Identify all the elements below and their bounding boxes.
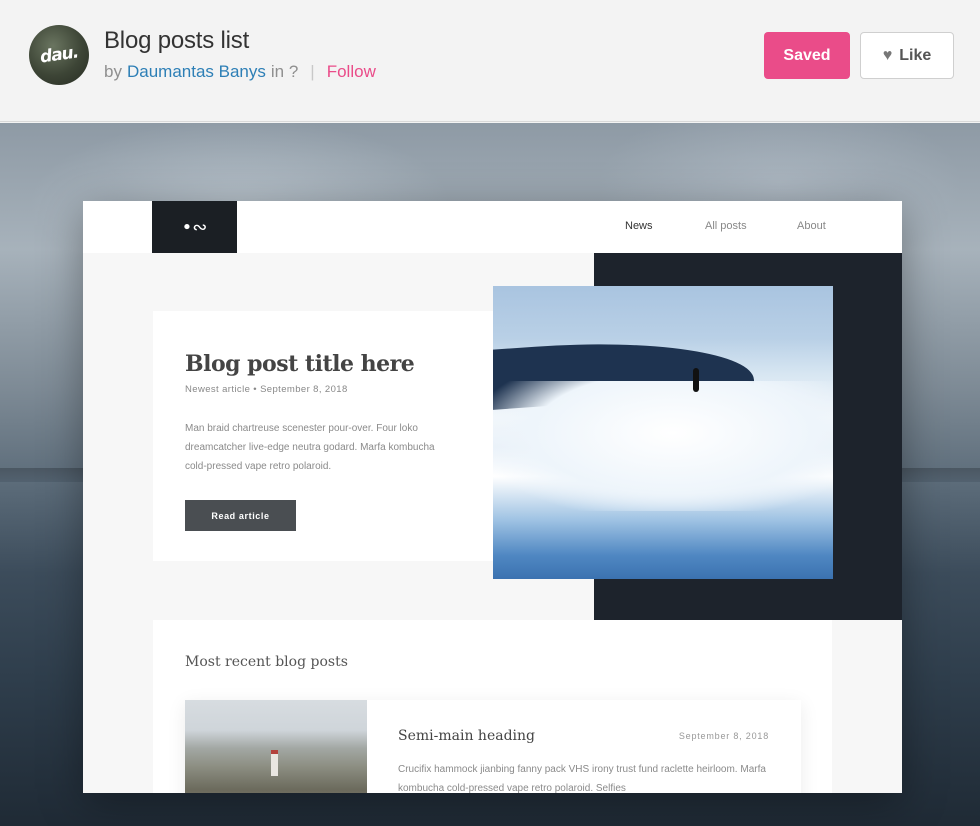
mockup-page: •∾ News All posts About Blog post title … <box>83 201 902 793</box>
byline-separator: | <box>310 62 315 81</box>
like-label: Like <box>899 46 932 64</box>
byline: by Daumantas Banys in ? | Follow <box>104 62 376 82</box>
mockup-post-card: Semi-main heading September 8, 2018 Cruc… <box>185 700 801 793</box>
heart-icon: ♥ <box>882 46 893 64</box>
in-label: in ? <box>270 62 299 81</box>
avatar-text: dau. <box>38 42 80 68</box>
author-link[interactable]: Daumantas Banys <box>127 62 266 82</box>
mockup-logo: •∾ <box>152 201 237 253</box>
mockup-read-article-button: Read article <box>185 500 296 531</box>
mockup-nav-about: About <box>797 220 826 232</box>
mockup-hero-card: Blog post title here Newest article • Se… <box>153 311 493 561</box>
mockup-recent-heading: Most recent blog posts <box>185 654 348 670</box>
mockup-hero-meta: Newest article • September 8, 2018 <box>185 384 348 395</box>
saved-button[interactable]: Saved <box>764 32 850 79</box>
mockup-nav-all-posts: All posts <box>705 220 747 232</box>
mockup-post-text: Crucifix hammock jianbing fanny pack VHS… <box>398 764 766 793</box>
shot-title: Blog posts list <box>104 27 250 54</box>
wave-foam <box>493 381 833 511</box>
mockup-hero-title: Blog post title here <box>185 351 415 377</box>
shot-header: dau. Blog posts list by Daumantas Banys … <box>0 0 980 122</box>
by-label: by <box>104 62 122 81</box>
mockup-nav: •∾ News All posts About <box>83 201 902 253</box>
mockup-post-title: Semi-main heading <box>398 728 535 744</box>
mockup-surf-photo <box>493 286 833 579</box>
author-avatar[interactable]: dau. <box>29 25 89 85</box>
follow-link[interactable]: Follow <box>327 62 376 82</box>
mockup-post-date: September 8, 2018 <box>678 731 769 741</box>
shot-image[interactable]: •∾ News All posts About Blog post title … <box>0 123 980 826</box>
mockup-post-thumbnail <box>185 700 367 793</box>
like-button[interactable]: ♥ Like <box>860 32 954 79</box>
mockup-hero-text: Man braid chartreuse scenester pour-over… <box>185 423 435 472</box>
mockup-recent-section: Most recent blog posts Semi-main heading… <box>153 620 832 793</box>
surfer-figure <box>693 368 699 392</box>
mockup-nav-news: News <box>625 220 653 232</box>
